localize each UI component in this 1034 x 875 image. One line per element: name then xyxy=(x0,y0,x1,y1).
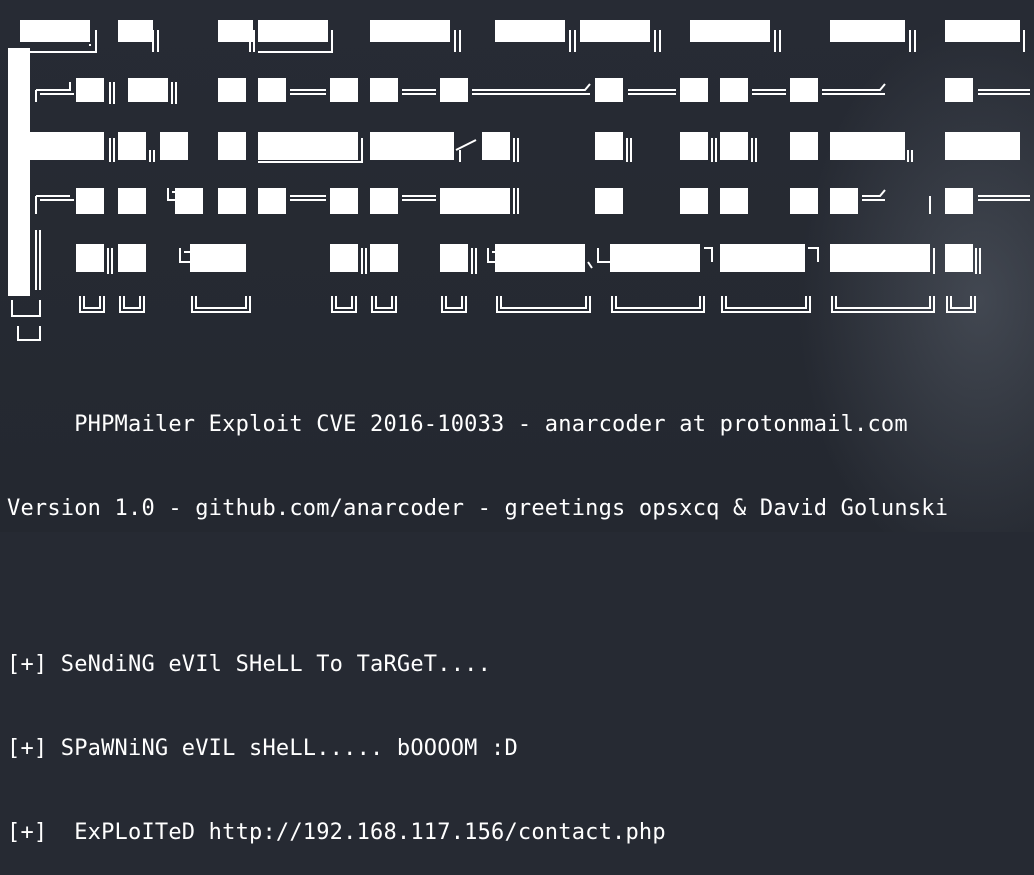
banner-row-4 xyxy=(76,188,973,214)
status-line-spawning: [+] SPaWNiNG eVIL sHeLL..... bOOOOM :D xyxy=(7,736,518,761)
banner-outlines xyxy=(11,30,1030,341)
banner-row-5 xyxy=(76,244,973,272)
ascii-art-banner xyxy=(8,20,1030,341)
status-line-sending: [+] SeNdiNG eVIl SHeLL To TaRGeT.... xyxy=(7,652,492,677)
version-line: Version 1.0 - github.com/anarcoder - gre… xyxy=(7,496,949,521)
banner-row-1 xyxy=(20,20,1020,42)
terminal-output: PHPMailer Exploit CVE 2016-10033 - anarc… xyxy=(7,355,1034,875)
status-line-exploited: [+] ExPLoITeD http://192.168.117.156/con… xyxy=(7,820,666,845)
exploit-info-line: PHPMailer Exploit CVE 2016-10033 - anarc… xyxy=(7,412,908,437)
banner-row-3 xyxy=(20,132,1020,160)
